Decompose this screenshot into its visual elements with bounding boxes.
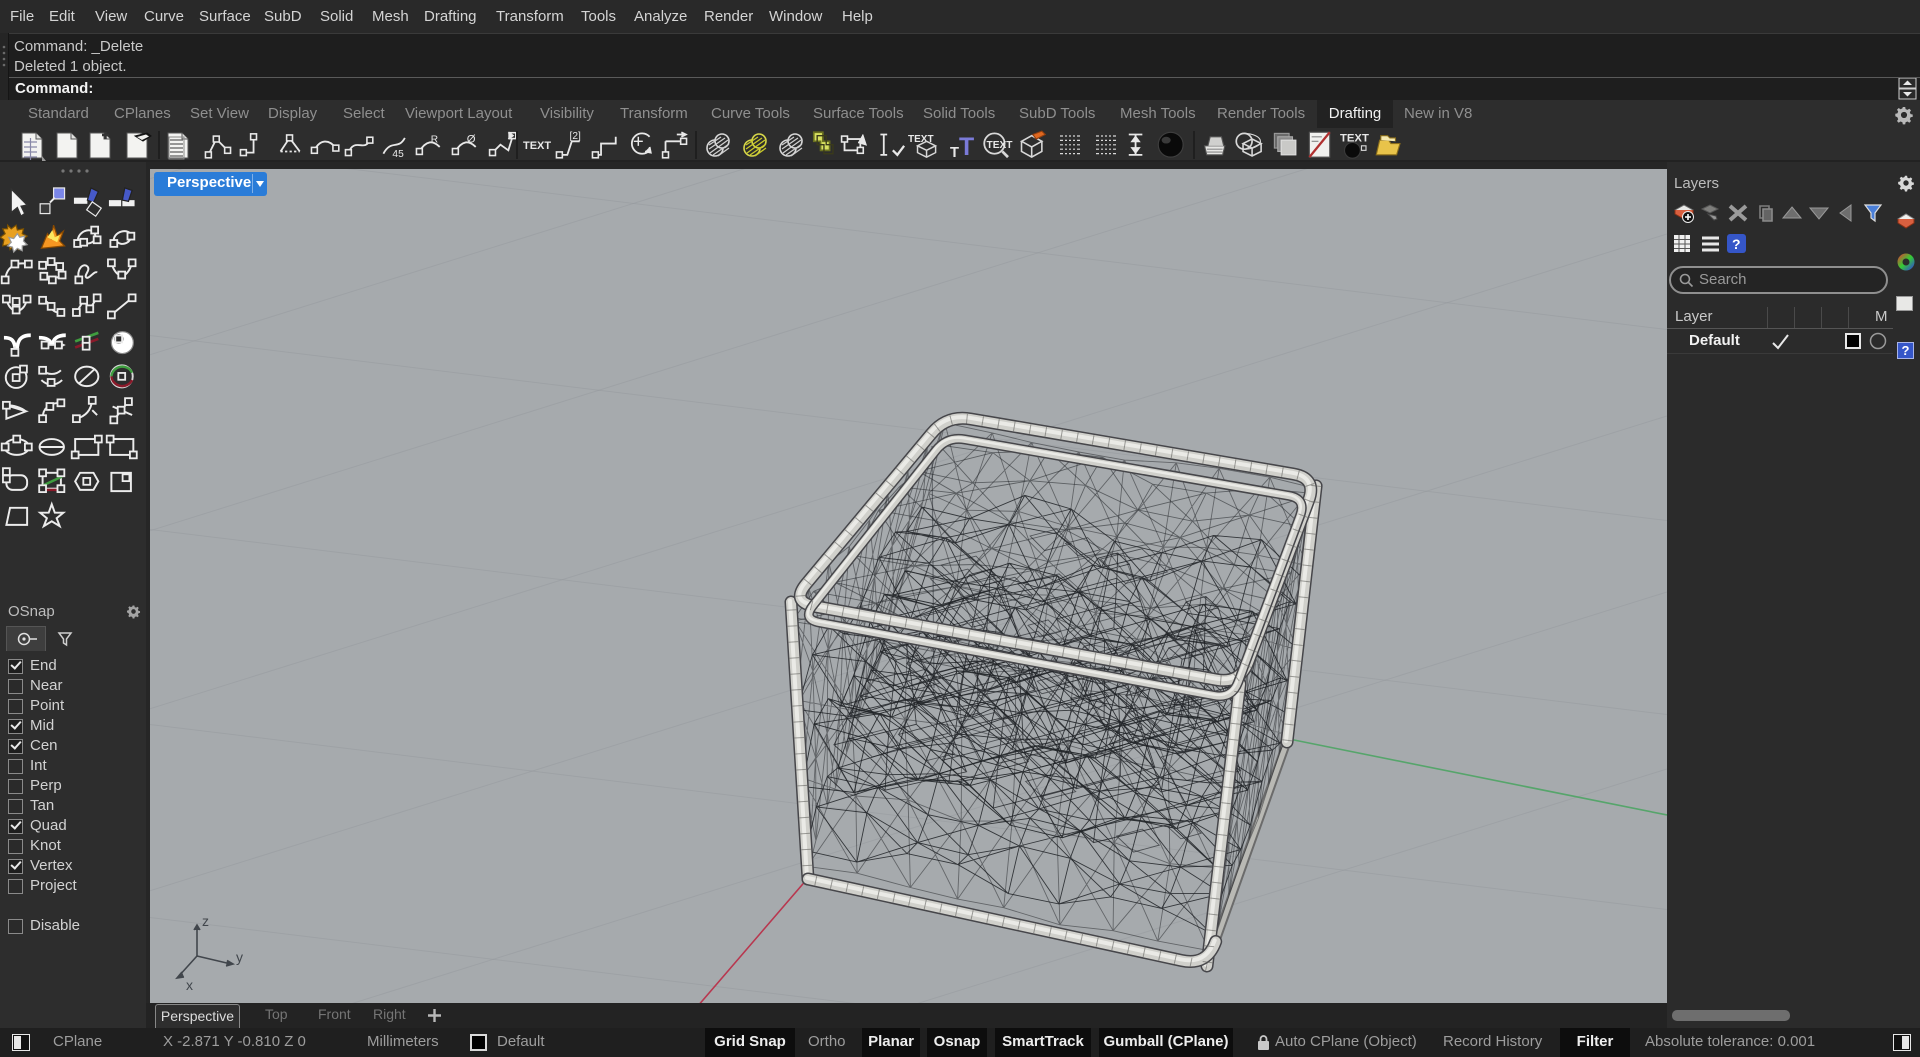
svg-text:TEXT: TEXT [523, 140, 551, 152]
svg-text:[2]: [2] [570, 131, 581, 142]
svg-text:x: x [186, 977, 193, 993]
svg-text:z: z [202, 913, 209, 929]
svg-text:R: R [431, 134, 438, 145]
svg-text:45: 45 [392, 149, 404, 160]
svg-text:TEXT: TEXT [987, 140, 1014, 151]
svg-text:T: T [950, 145, 959, 161]
svg-text:y: y [236, 949, 243, 965]
svg-text:?: ? [1732, 236, 1741, 252]
svg-text:T: T [959, 133, 974, 161]
svg-text:Ø: Ø [467, 133, 476, 145]
